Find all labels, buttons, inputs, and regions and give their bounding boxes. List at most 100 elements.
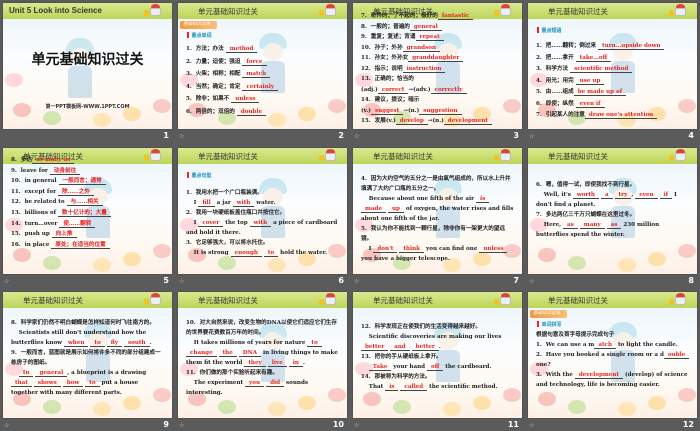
slide-thumbnail-7[interactable]: 单元基础知识过关 4. 因为大约空气的五分之一是由氧气组成的，所以水上升并填满了大… [353, 148, 522, 274]
line-text: water. [254, 200, 276, 206]
content-line: 4. 因为大约空气的五分之一是由氧气组成的，所以水上升并填满了大约广口瓶的五分之… [361, 174, 516, 194]
answer-blank: 与……相关 [66, 199, 103, 207]
slide-thumbnail-2[interactable]: 单元基础知识过关 基础知识过关 重点单词 1. 方法；办法 method 2. 力量；迫… [178, 3, 347, 129]
line-text: . [149, 340, 152, 346]
content-line: Here, as many as 230 million butterflies… [536, 220, 691, 240]
slide-thumbnail-4[interactable]: 单元基础知识过关 重点短语 1. 把……翻转；倒过来 turn…upside dow… [528, 3, 697, 129]
content-line: Take your hand off the cardboard. [361, 362, 516, 372]
answer-blank: as [563, 222, 578, 229]
answer-blank: atch [594, 342, 617, 349]
slide-content: 12. 科学发现正在使我们的生活变得越来越好。 Scientific disco… [361, 322, 516, 392]
slide-thumbnail-3[interactable]: 单元基础知识过关 7. 奇异的；了不起的；极好的 fantastic 8. 一般的；普… [353, 3, 522, 129]
animation-icon[interactable]: ☆ [179, 278, 184, 285]
pot-icon [319, 293, 337, 305]
animation-icon[interactable]: ☆ [529, 133, 534, 140]
line-text: 9. 一般而言，蓝图就是展示如何将许多不同的部分组建成一栋房子的图纸。 [11, 350, 161, 366]
content-line: The experiment you did sounds interestin… [186, 378, 341, 398]
answer-blank: 向上推 [51, 231, 77, 239]
line-text: 7. 引起某人的注意 [536, 112, 585, 118]
slide-number: 2 [338, 131, 344, 140]
answer-blank: suggestion [419, 107, 462, 115]
slide-thumbnail-6[interactable]: 单元基础知识过关 重点句型 1. 我用水把一个广口瓶装满。 I fill a jar… [178, 148, 347, 274]
line-text: 16. in place [11, 241, 52, 248]
content-line: 13. 把你的手从硬纸板上拿开。 [361, 352, 516, 362]
header-title: 单元基础知识过关 [373, 152, 433, 161]
slide-content: 6. 嗯，值得一试，即使我找不到行星。 Well, it's worth a t… [536, 180, 691, 240]
animation-icon[interactable]: ☆ [179, 422, 184, 429]
header-title: 单元基础知识过关 [548, 152, 608, 161]
slide-thumbnail-1[interactable]: Unit 5 Look into Science 单元基础知识过关 第一PPT模板网… [3, 3, 172, 129]
slide-header: 单元基础知识过关 [353, 148, 522, 164]
content-line: 1. 我用水把一个广口瓶装满。 [186, 188, 341, 198]
slide-header: 单元基础知识过关 [528, 148, 697, 164]
line-text: 根据句意及首字母提示完成句子 [536, 332, 615, 338]
answer-blank: general [35, 370, 68, 377]
line-text: 3. 火柴；相称；相配 [186, 71, 243, 77]
slide-number: 1 [163, 131, 169, 140]
animation-icon[interactable]: ☆ [4, 422, 9, 429]
line-text: 12. 指示；说明 [361, 65, 403, 72]
answer-blank: take…off [575, 54, 612, 62]
line-text: 5. 除非；如果不 [186, 96, 232, 102]
answer-blank: development [574, 372, 623, 379]
vegetable-decoration [5, 73, 23, 87]
animation-icon[interactable]: ☆ [529, 422, 534, 429]
animation-icon[interactable]: ☆ [529, 278, 534, 285]
line-text: 13. billions of [11, 209, 59, 216]
line-text: The experiment [186, 380, 246, 386]
slide-thumbnail-9[interactable]: 单元基础知识过关 8. 科学家们仍然不明白蝴蝶是怎样知道何时飞往南方的。 Scie… [3, 292, 172, 418]
slide-number: 11 [507, 420, 519, 429]
vegetable-decoration [363, 392, 381, 406]
content-line: 6. 即使；纵然 even if [536, 99, 691, 111]
slide-thumbnail-10[interactable]: 单元基础知识过关 10. 对大自然来说，改变生物的DNA以使它们适应它们生存的世界… [178, 292, 347, 418]
animation-icon[interactable]: ☆ [354, 133, 359, 140]
line-text: 6. 两倍的；双倍的 [186, 108, 237, 115]
answer-blank: suggest [370, 107, 404, 115]
answer-blank: in [288, 360, 303, 367]
content-line: 2. 我用一块硬纸板盖住瓶口并按住它。 [186, 208, 341, 218]
animation-icon[interactable]: ☆ [354, 278, 359, 285]
line-text: the top [223, 220, 250, 226]
line-text: It is strong [186, 250, 231, 256]
slide-number: 8 [688, 276, 694, 285]
section-heading: 单词拼写 [537, 321, 562, 328]
slide-thumbnail-8[interactable]: 单元基础知识过关 6. 嗯，值得一试，即使我找不到行星。 Well, it's w… [528, 148, 697, 274]
slide-number: 6 [338, 276, 344, 285]
answer-blank: granddaughter [408, 55, 464, 62]
slide-number: 7 [513, 276, 519, 285]
slide-content: 1. 方法；办法 method 2. 力量；迫使；强迫 force 3. 火柴；相称… [186, 43, 341, 118]
line-text: the cardboard. [443, 364, 492, 370]
answer-blank: fly [106, 340, 123, 347]
slide-header: 单元基础知识过关 [528, 292, 697, 308]
line-text: 9. 重复；复述；背诵 [361, 34, 416, 40]
slide-content: 1. 我用水把一个广口瓶装满。 I fill a jar with water.… [186, 188, 341, 258]
animation-icon[interactable]: ☆ [4, 278, 9, 285]
content-line: Scientific discoveries are making our li… [361, 332, 516, 352]
line-text: 5. 我认为你不能找到一颗行星，除非你有一架更大的望远镜。 [361, 226, 505, 242]
line-text: →(adv.) [408, 86, 431, 93]
content-line: 4. 用光；用完 use up [536, 76, 691, 88]
answer-blank: you [245, 380, 265, 387]
slide-header: 单元基础知识过关 [353, 292, 522, 308]
answer-blank: when [63, 340, 89, 347]
animation-icon[interactable]: ☆ [179, 133, 184, 140]
vegetable-decoration [93, 402, 111, 416]
answer-blank: unless [479, 246, 508, 253]
content-line: That is called the scientific method. [361, 382, 516, 392]
slide-content: 1. 把……翻转；倒过来 turn…upside down 2. 把……拿开 ta… [536, 41, 691, 122]
slide-thumbnail-11[interactable]: 单元基础知识过关 12. 科学发现正在使我们的生活变得越来越好。 Scientif… [353, 292, 522, 418]
answer-blank: draw one's attention [584, 112, 658, 119]
line-text: 4. 当然；确定；肯定 [186, 83, 243, 90]
line-text: 11. 孙女；外孙女 [361, 55, 409, 61]
content-line: 6. 两倍的；双倍的 double [186, 106, 341, 119]
vegetable-decoration [43, 400, 61, 414]
slide-thumbnail-5[interactable]: 单元基础知识过关 8. 多达 as many as 9. leave for 动身前往… [3, 148, 172, 274]
pot-icon [669, 149, 687, 161]
line-text: 8. 一般的；普遍的 [361, 23, 410, 30]
slide-header: 单元基础知识过关 [178, 292, 347, 308]
animation-icon[interactable]: ☆ [354, 422, 359, 429]
content-line: 7. 引起某人的注意 draw one's attention [536, 110, 691, 122]
line-text: a jar [214, 200, 233, 206]
slide-thumbnail-12[interactable]: 单元基础知识过关 基础知识过关 单词拼写 根据句意及首字母提示完成句子 1. We ca… [528, 292, 697, 418]
section-heading: 重点单词 [187, 32, 212, 39]
